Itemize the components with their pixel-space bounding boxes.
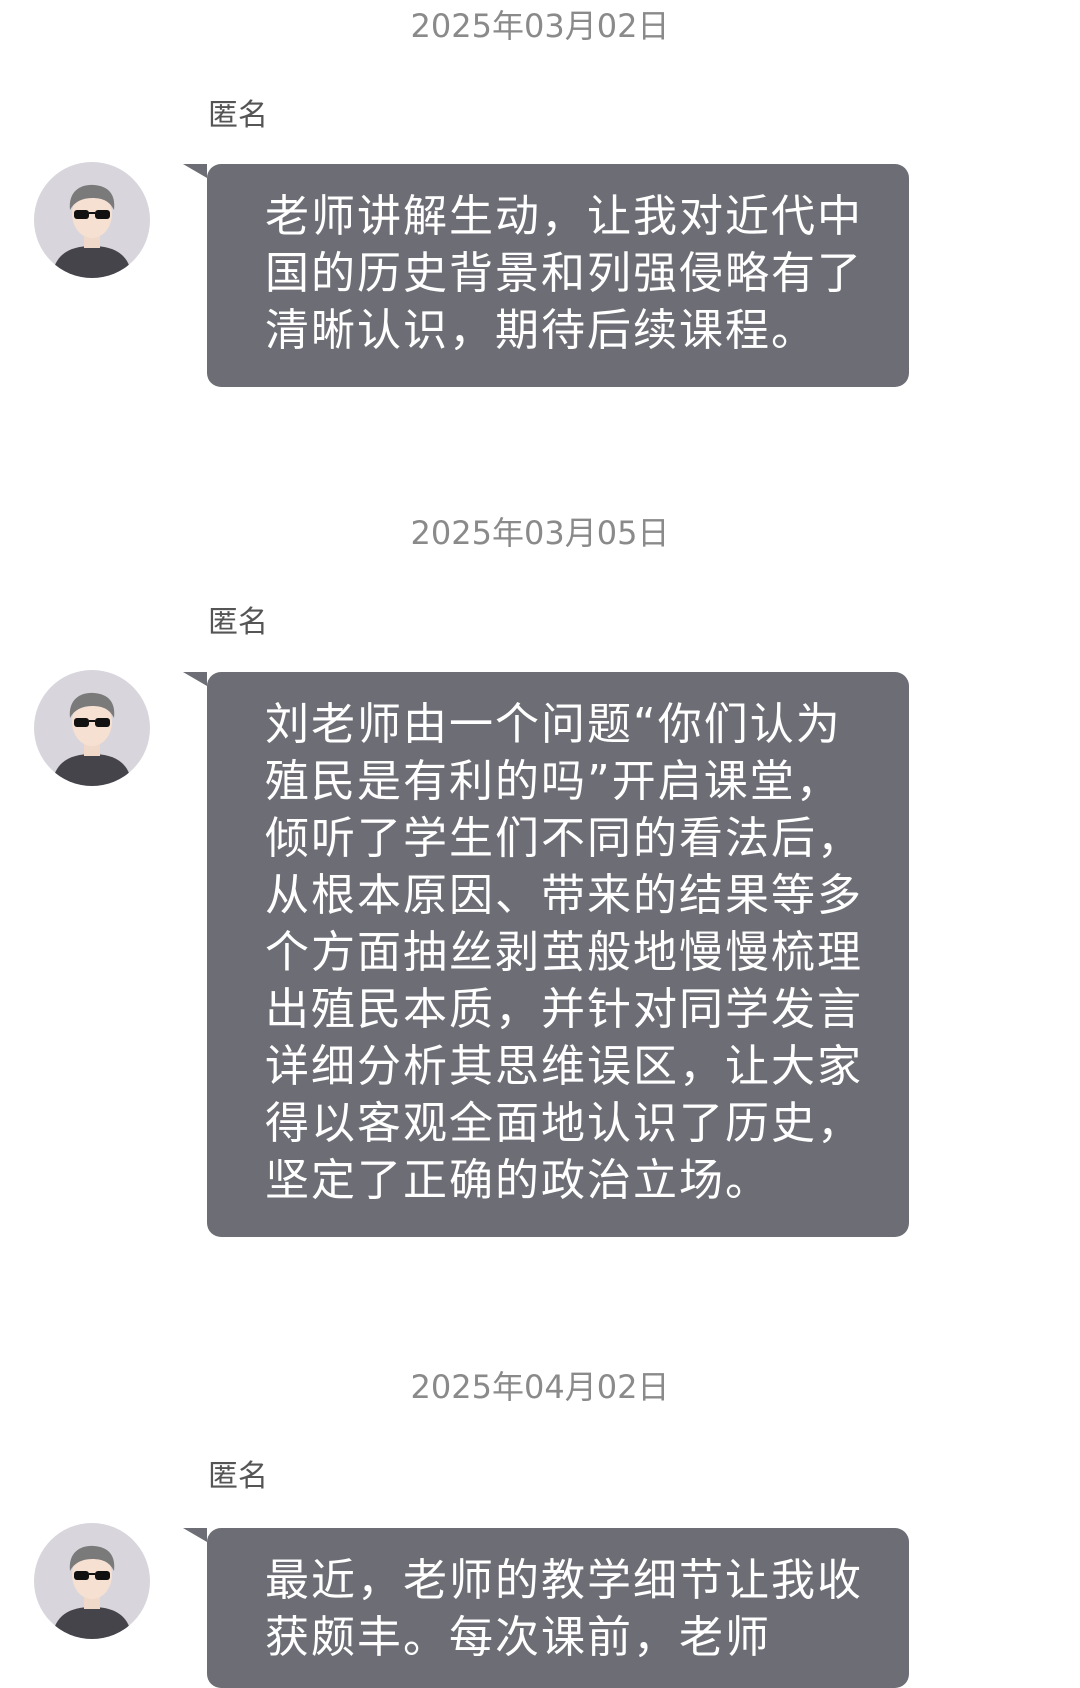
sender-name: 匿名: [208, 1459, 268, 1494]
message-date: 2025年03月02日: [410, 7, 670, 45]
avatar[interactable]: [34, 1523, 150, 1639]
anonymous-avatar-icon: [34, 1523, 150, 1639]
message-bubble[interactable]: 刘老师由一个问题“你们认为殖民是有利的吗”开启课堂，倾听了学生们不同的看法后，从…: [183, 672, 909, 1237]
message-text: 刘老师由一个问题“你们认为殖民是有利的吗”开启课堂，倾听了学生们不同的看法后，从…: [265, 699, 863, 1206]
comment-feed: 2025年03月02日 匿名 老师讲解生动，让我对近代中国的历史背景和列强侵略有…: [0, 0, 1080, 1688]
avatar[interactable]: [34, 162, 150, 278]
sender-name: 匿名: [208, 605, 268, 640]
anonymous-avatar-icon: [34, 162, 150, 278]
sender-name: 匿名: [208, 98, 268, 133]
message-text: 老师讲解生动，让我对近代中国的历史背景和列强侵略有了清晰认识，期待后续课程。: [265, 191, 863, 356]
anonymous-avatar-icon: [34, 670, 150, 786]
message-bubble[interactable]: 老师讲解生动，让我对近代中国的历史背景和列强侵略有了清晰认识，期待后续课程。: [183, 164, 909, 387]
message-date: 2025年03月05日: [410, 514, 670, 552]
message-date: 2025年04月02日: [410, 1368, 670, 1406]
avatar[interactable]: [34, 670, 150, 786]
message-text: 最近，老师的教学细节让我收获颇丰。每次课前，老师: [265, 1555, 863, 1663]
message-bubble[interactable]: 最近，老师的教学细节让我收获颇丰。每次课前，老师: [183, 1528, 909, 1688]
